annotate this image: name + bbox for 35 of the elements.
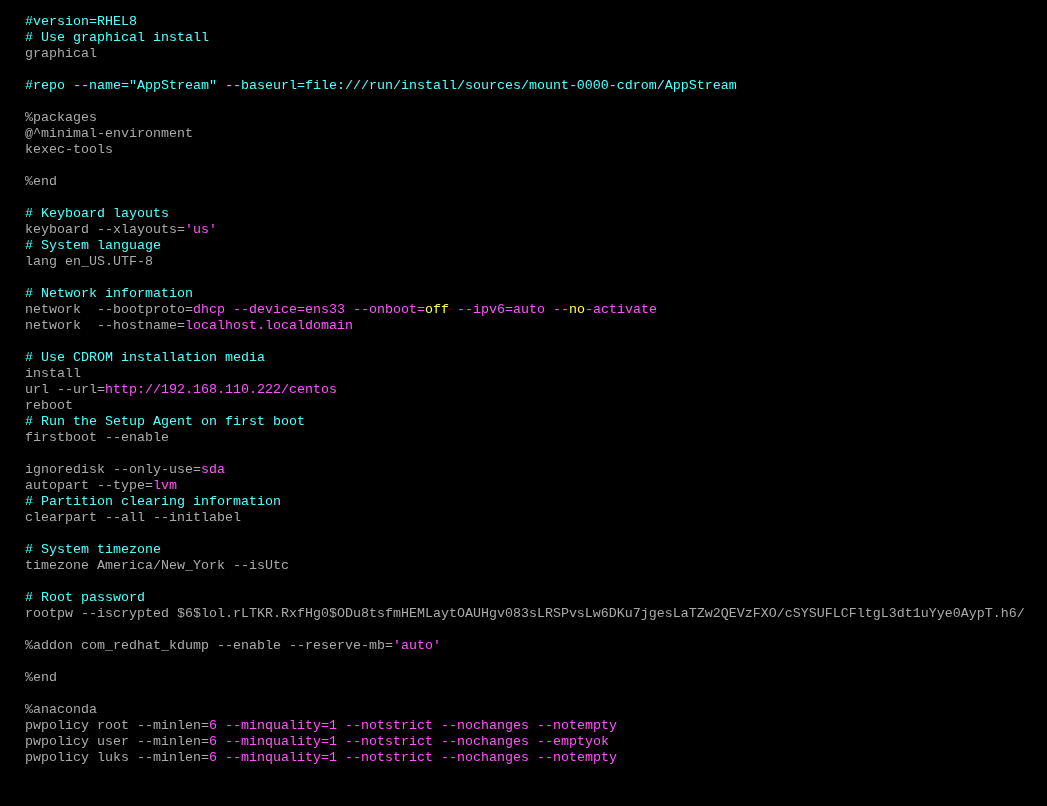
code-line: network --bootproto=dhcp --device=ens33 --onboot=off --ipv6=auto --no-activate [25, 302, 657, 318]
code-line: url --url=http://192.168.110.222/centos [25, 382, 337, 398]
comment-line: # Use graphical install [25, 30, 209, 46]
code-line: pwpolicy user --minlen=6 --minquality=1 --notstrict --nochanges --emptyok [25, 734, 609, 750]
code-line: %end [25, 174, 57, 190]
code-line: reboot [25, 398, 73, 414]
code-line: ignoredisk --only-use=sda [25, 462, 225, 478]
code-line: rootpw --iscrypted $6$lol.rLTKR.RxfHg0$ODu8tsfmHEMLaytOAUHgv083sLRSPvsLw6DKu7jgesLaTZw2QEVzFXO/cSYSUFLCFltgL3dt1uYye0AypT.h6/ [25, 606, 1025, 622]
comment-line: # System timezone [25, 542, 161, 558]
comment-line: # Use CDROM installation media [25, 350, 265, 366]
code-line: %anaconda [25, 702, 97, 718]
code-line: @^minimal-environment [25, 126, 193, 142]
code-line: lang en_US.UTF-8 [25, 254, 153, 270]
code-line: clearpart --all --initlabel [25, 510, 241, 526]
code-line: timezone America/New_York --isUtc [25, 558, 289, 574]
code-line: keyboard --xlayouts='us' [25, 222, 217, 238]
code-line: %addon com_redhat_kdump --enable --reserve-mb='auto' [25, 638, 441, 654]
comment-line: #repo --name="AppStream" --baseurl=file:///run/install/sources/mount-0000-cdrom/AppStream [25, 78, 737, 94]
comment-line: # Partition clearing information [25, 494, 281, 510]
code-line: kexec-tools [25, 142, 113, 158]
comment-line: # System language [25, 238, 161, 254]
comment-line: # Root password [25, 590, 145, 606]
comment-line: # Network information [25, 286, 193, 302]
code-line: autopart --type=lvm [25, 478, 177, 494]
comment-line: #version=RHEL8 [25, 14, 137, 30]
code-line: graphical [25, 46, 97, 62]
comment-line: # Run the Setup Agent on first boot [25, 414, 305, 430]
code-line: firstboot --enable [25, 430, 169, 446]
code-line: network --hostname=localhost.localdomain [25, 318, 353, 334]
code-line: %end [25, 670, 57, 686]
comment-line: # Keyboard layouts [25, 206, 169, 222]
code-line: install [25, 366, 81, 382]
code-line: %packages [25, 110, 97, 126]
code-line: pwpolicy root --minlen=6 --minquality=1 --notstrict --nochanges --notempty [25, 718, 617, 734]
code-line: pwpolicy luks --minlen=6 --minquality=1 --notstrict --nochanges --notempty [25, 750, 617, 766]
